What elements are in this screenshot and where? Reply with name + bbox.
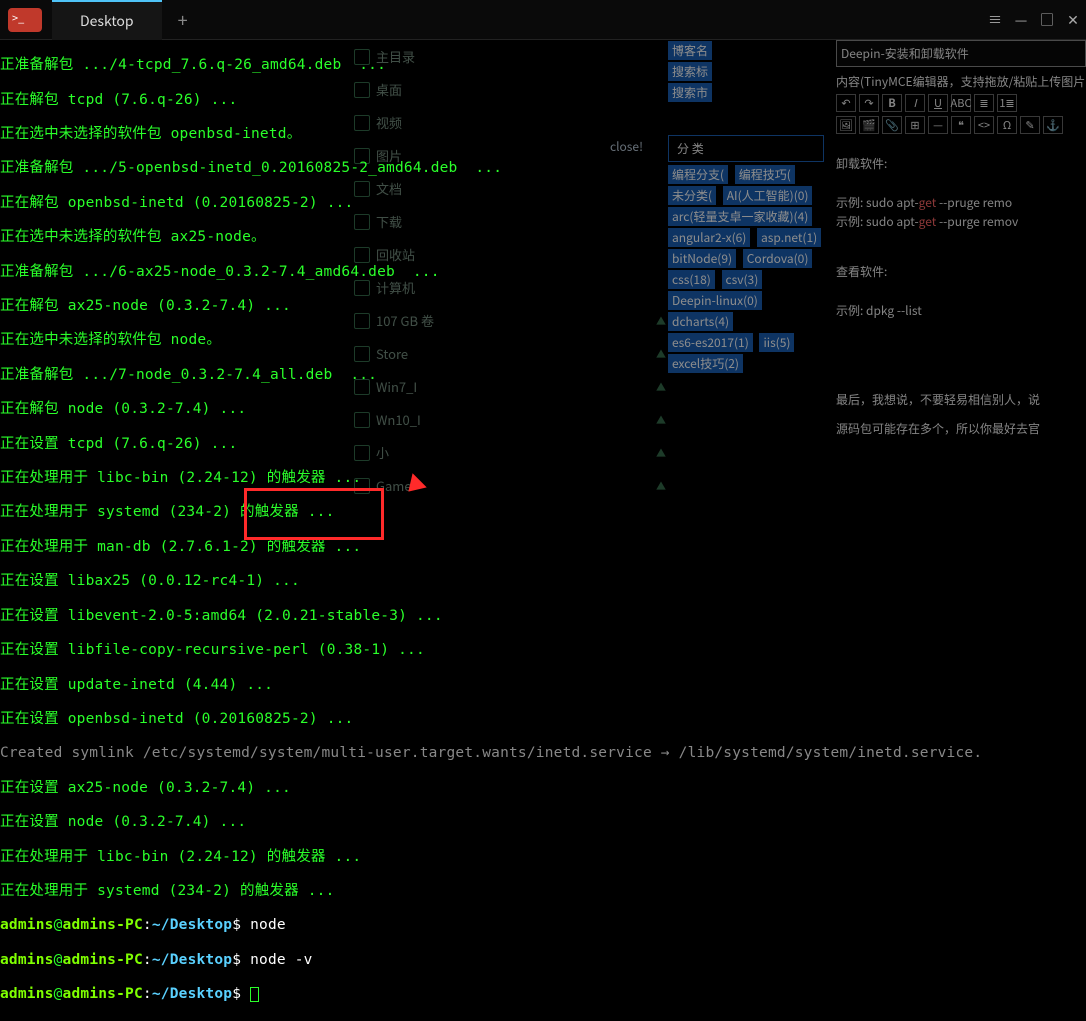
prompt-line-2: admins@admins-PC:~/Desktop$ node -v: [0, 952, 1086, 969]
tab-desktop[interactable]: Desktop: [52, 0, 162, 40]
terminal-cursor: [250, 987, 259, 1002]
prompt-current[interactable]: admins@admins-PC:~/Desktop$: [0, 986, 1086, 1003]
terminal-app-icon: [8, 8, 42, 32]
annotation-callout-box: [244, 488, 384, 540]
menu-button[interactable]: ≡: [982, 0, 1008, 40]
new-tab-button[interactable]: +: [178, 7, 188, 33]
maximize-button[interactable]: □: [1034, 0, 1060, 40]
prompt-line-1: admins@admins-PC:~/Desktop$ node: [0, 917, 1086, 934]
titlebar: Desktop + ≡ — □ ✕: [0, 0, 1086, 40]
symlink-line: Created symlink /etc/systemd/system/mult…: [0, 745, 1086, 762]
minimize-button[interactable]: —: [1008, 0, 1034, 40]
close-button[interactable]: ✕: [1060, 0, 1086, 40]
terminal-output[interactable]: 正准备解包 .../4-tcpd_7.6.q-26_amd64.deb ... …: [0, 40, 1086, 557]
